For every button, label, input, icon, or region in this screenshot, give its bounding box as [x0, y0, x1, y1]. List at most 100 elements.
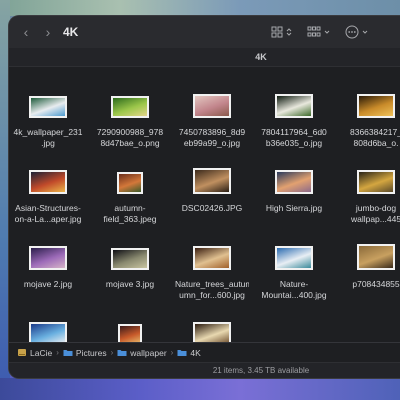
- file-name-line-2: 808d6ba_o.: [353, 138, 399, 148]
- finder-window: ‹ › 4K 4K 4k_wallpaper_231 .jpg 72909009…: [9, 16, 400, 378]
- file-name: 8366384217_ 808d6ba_o.: [339, 127, 400, 149]
- image-thumbnail: [29, 246, 67, 270]
- file-name: DSC02426.JPG: [175, 203, 249, 214]
- file-name-line-1: Asian-Structures-: [15, 203, 81, 213]
- breadcrumb-item[interactable]: Pictures: [63, 348, 107, 358]
- updown-chevron-icon: [286, 28, 292, 36]
- image-thumbnail: [117, 172, 143, 194]
- file-item[interactable]: jumbo-dog wallpap...445: [339, 168, 400, 225]
- file-name-line-2: 8d47bae_o.png: [100, 138, 160, 148]
- file-item[interactable]: mojave 3.jpg: [93, 244, 167, 290]
- file-name-line-1: 7804117964_6d0: [261, 127, 327, 137]
- file-item[interactable]: 7290900988_978 8d47bae_o.png: [93, 92, 167, 149]
- file-name-line-1: DSC02426.JPG: [181, 203, 243, 213]
- file-name: 7450783896_8d9 eb99a99_o.jpg: [175, 127, 249, 149]
- file-item[interactable]: Nature_trees_autum umn_for...600.jpg: [175, 244, 249, 301]
- actions-button[interactable]: [345, 23, 368, 41]
- chevron-right-icon: ›: [170, 348, 174, 357]
- desktop-wallpaper-bottom: [0, 378, 400, 400]
- file-item[interactable]: Nature- Mountai...400.jpg: [257, 244, 331, 301]
- breadcrumb-label: 4K: [190, 347, 201, 358]
- breadcrumb-label: wallpaper: [130, 347, 167, 358]
- image-thumbnail: [29, 170, 67, 194]
- image-thumbnail: [275, 170, 313, 194]
- view-mode-button[interactable]: [271, 23, 292, 41]
- file-name: Nature_trees_autum umn_for...600.jpg: [175, 279, 249, 301]
- file-name-line-2: wallpap...445: [350, 214, 400, 224]
- file-name: Asian-Structures-on-a-La...aper.jpg: [11, 203, 85, 225]
- file-item[interactable]: 7450783896_8d9 eb99a99_o.jpg: [175, 92, 249, 149]
- file-name-line-2: b36e035_o.jpg: [265, 138, 323, 148]
- file-name: jumbo-dog wallpap...445: [339, 203, 400, 225]
- file-item[interactable]: p708434855: [339, 244, 400, 290]
- file-item[interactable]: autumn-field_363.jpeg: [93, 168, 167, 225]
- breadcrumb-label: LaCie: [30, 347, 53, 358]
- chevron-down-icon: [362, 30, 368, 34]
- tab-4k[interactable]: 4K: [9, 48, 400, 67]
- breadcrumb-label: Pictures: [75, 347, 107, 358]
- breadcrumb-item[interactable]: 4K: [177, 347, 201, 358]
- breadcrumb: LaCie › Pictures › wallpaper › 4K: [9, 342, 400, 362]
- file-name-line-1: 7290900988_978: [96, 127, 164, 137]
- grid-view-icon: [271, 26, 283, 38]
- file-name-line-1: jumbo-dog: [355, 203, 397, 213]
- image-thumbnail: [275, 94, 313, 118]
- file-item[interactable]: 8366384217_ 808d6ba_o.: [339, 92, 400, 149]
- image-thumbnail: [275, 246, 313, 270]
- forward-button[interactable]: ›: [41, 24, 55, 40]
- image-thumbnail: [357, 94, 395, 118]
- file-name-line-2: eb99a99_o.jpg: [183, 138, 241, 148]
- file-name: 4k_wallpaper_231 .jpg: [11, 127, 85, 149]
- file-name: autumn-field_363.jpeg: [93, 203, 167, 225]
- more-icon: [345, 25, 359, 39]
- image-thumbnail: [193, 94, 231, 118]
- file-name-line-1: Nature-: [279, 279, 309, 289]
- file-name-line-2: .jpg: [41, 138, 55, 148]
- file-name-line-1: mojave 3.jpg: [105, 279, 155, 289]
- image-thumbnail: [357, 244, 395, 270]
- file-name: mojave 3.jpg: [93, 279, 167, 290]
- image-thumbnail: [29, 96, 67, 118]
- folder-icon: [177, 350, 187, 356]
- group-button[interactable]: [307, 23, 330, 41]
- desktop-wallpaper-top: [0, 0, 400, 16]
- back-button[interactable]: ‹: [19, 24, 33, 40]
- chevron-right-icon: ›: [110, 348, 114, 357]
- file-name-line-1: 4k_wallpaper_231: [13, 127, 83, 137]
- status-text: 21 items, 3.45 TB available: [212, 366, 310, 375]
- file-name-line-2: Mountai...400.jpg: [261, 290, 327, 300]
- file-name: High Sierra.jpg: [257, 203, 331, 214]
- file-name-line-1: 8366384217_: [349, 127, 400, 137]
- image-thumbnail: [193, 168, 231, 194]
- file-item[interactable]: 4k_wallpaper_231 .jpg: [11, 92, 85, 149]
- breadcrumb-item[interactable]: LaCie: [17, 348, 52, 358]
- file-item[interactable]: mojave 2.jpg: [11, 244, 85, 290]
- toolbar: ‹ › 4K: [9, 16, 400, 49]
- file-name: mojave 2.jpg: [11, 279, 85, 290]
- status-bar: 21 items, 3.45 TB available: [9, 362, 400, 378]
- window-title: 4K: [63, 25, 79, 39]
- image-thumbnail: [111, 96, 149, 118]
- chevron-right-icon: ›: [56, 348, 59, 357]
- file-name-line-2: umn_for...600.jpg: [179, 290, 245, 300]
- file-name: 7290900988_978 8d47bae_o.png: [93, 127, 167, 149]
- file-name: Nature- Mountai...400.jpg: [257, 279, 331, 301]
- file-name: p708434855: [339, 279, 400, 290]
- chevron-down-icon: [324, 30, 330, 34]
- file-name-line-1: High Sierra.jpg: [265, 203, 323, 213]
- file-name-line-1: p708434855: [352, 279, 400, 289]
- file-item[interactable]: High Sierra.jpg: [257, 168, 331, 214]
- file-name-line-2: field_363.jpeg: [103, 214, 157, 224]
- file-item[interactable]: 7804117964_6d0 b36e035_o.jpg: [257, 92, 331, 149]
- external-drive-icon: [18, 349, 26, 356]
- file-item[interactable]: Asian-Structures-on-a-La...aper.jpg: [11, 168, 85, 225]
- file-name-line-1: mojave 2.jpg: [23, 279, 73, 289]
- breadcrumb-item[interactable]: wallpaper: [117, 347, 167, 358]
- file-grid: 4k_wallpaper_231 .jpg 7290900988_978 8d47ba…: [9, 92, 400, 346]
- folder-icon: [63, 350, 73, 356]
- file-item[interactable]: DSC02426.JPG: [175, 168, 249, 214]
- file-name-line-1: autumn-: [114, 203, 146, 213]
- folder-icon: [117, 350, 127, 356]
- file-name-line-2: on-a-La...aper.jpg: [14, 214, 82, 224]
- file-name: 7804117964_6d0 b36e035_o.jpg: [257, 127, 331, 149]
